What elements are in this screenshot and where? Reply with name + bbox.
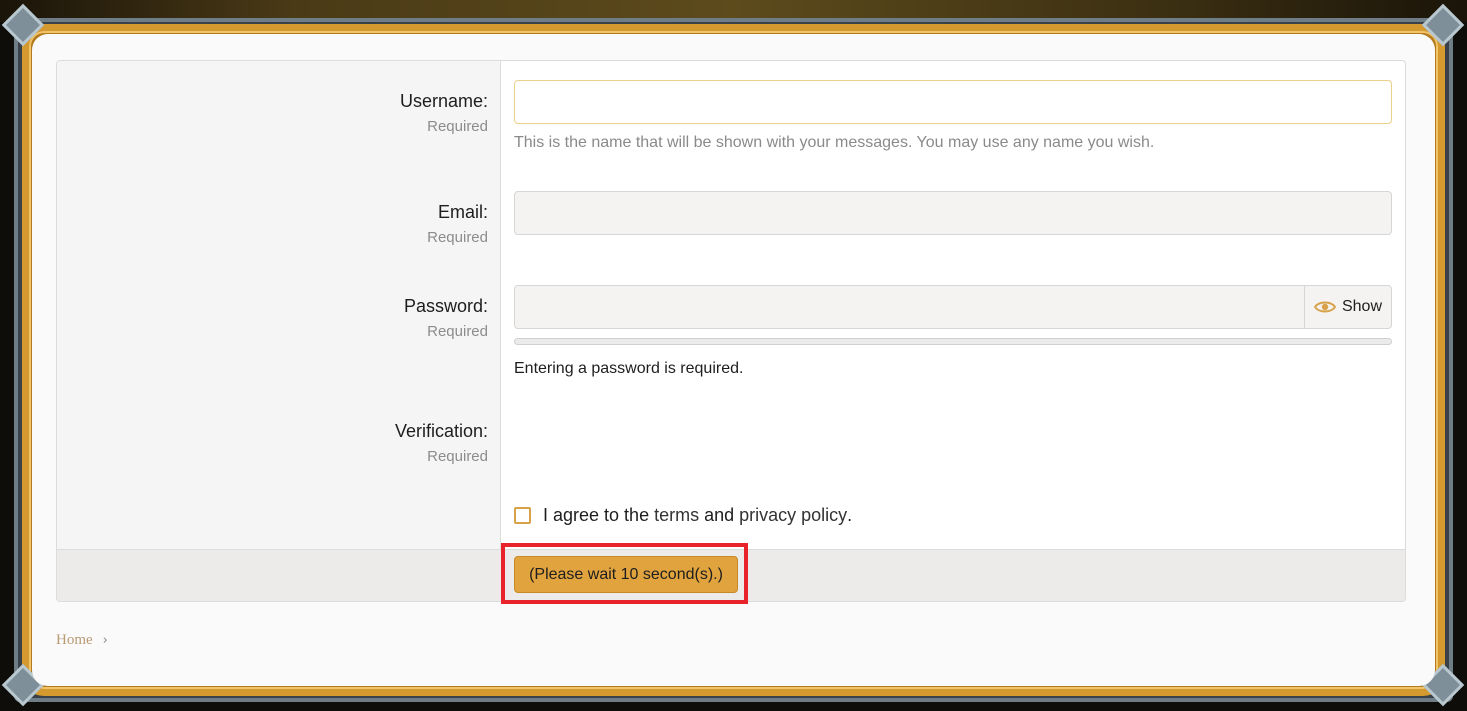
password-field: Show (514, 285, 1392, 329)
email-input[interactable] (514, 191, 1392, 235)
email-label: Email: (437, 202, 488, 222)
terms-link[interactable]: terms (654, 505, 699, 526)
chevron-right-icon: › (102, 633, 108, 648)
username-required: Required (427, 118, 488, 135)
label-column: Username: Required Email: Required Passw… (57, 61, 501, 549)
username-input[interactable] (514, 80, 1392, 124)
password-required: Required (427, 323, 488, 340)
show-password-button[interactable]: Show (1304, 286, 1391, 328)
agree-period: . (847, 505, 853, 525)
register-button[interactable]: (Please wait 10 second(s).) (514, 556, 738, 593)
eye-icon (1313, 301, 1336, 313)
username-hint: This is the name that will be shown with… (514, 134, 1155, 151)
password-input[interactable] (515, 286, 1304, 328)
verification-label: Verification: (394, 421, 488, 441)
registration-form: Username: Required Email: Required Passw… (56, 60, 1406, 602)
agree-text: I agree to the (543, 505, 650, 525)
email-required: Required (427, 229, 488, 246)
password-strength-meter (514, 338, 1392, 345)
password-label: Password: (403, 296, 488, 316)
breadcrumb: Home › (56, 632, 108, 649)
agree-checkbox[interactable] (514, 507, 531, 524)
breadcrumb-home-link[interactable]: Home (56, 632, 93, 649)
agree-and: and (704, 505, 735, 525)
privacy-policy-link[interactable]: privacy policy (739, 505, 847, 526)
show-password-label: Show (1341, 298, 1383, 315)
username-label: Username: (399, 91, 488, 111)
agree-row: I agree to the terms and privacy policy … (514, 505, 852, 526)
password-hint: Entering a password is required. (514, 360, 744, 377)
verification-required: Required (427, 448, 488, 465)
